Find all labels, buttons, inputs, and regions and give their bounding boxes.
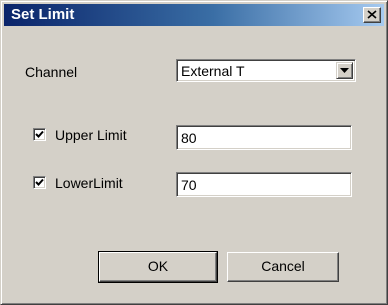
channel-label: Channel [25, 64, 78, 80]
channel-dropdown-button[interactable] [336, 62, 353, 79]
checkmark-icon [35, 130, 44, 138]
close-icon [367, 10, 377, 19]
lower-limit-label: LowerLimit [55, 175, 123, 191]
lower-limit-input[interactable]: 70 [176, 172, 352, 197]
title-bar[interactable]: Set Limit [4, 4, 384, 26]
lower-limit-checkbox[interactable] [33, 176, 46, 189]
upper-limit-input[interactable]: 80 [176, 125, 352, 150]
channel-selected-value: External T [181, 63, 245, 79]
upper-limit-value: 80 [181, 130, 197, 146]
upper-limit-checkbox[interactable] [33, 128, 46, 141]
ok-button[interactable]: OK [98, 251, 218, 283]
close-button[interactable] [363, 7, 381, 23]
upper-limit-label: Upper Limit [55, 127, 127, 143]
dialog-title: Set Limit [11, 6, 75, 23]
cancel-button[interactable]: Cancel [227, 252, 339, 282]
set-limit-dialog: Set Limit Channel External T Upper Limit… [0, 0, 388, 305]
chevron-down-icon [340, 68, 349, 73]
channel-dropdown[interactable]: External T [176, 59, 356, 82]
lower-limit-value: 70 [181, 177, 197, 193]
checkmark-icon [35, 178, 44, 186]
